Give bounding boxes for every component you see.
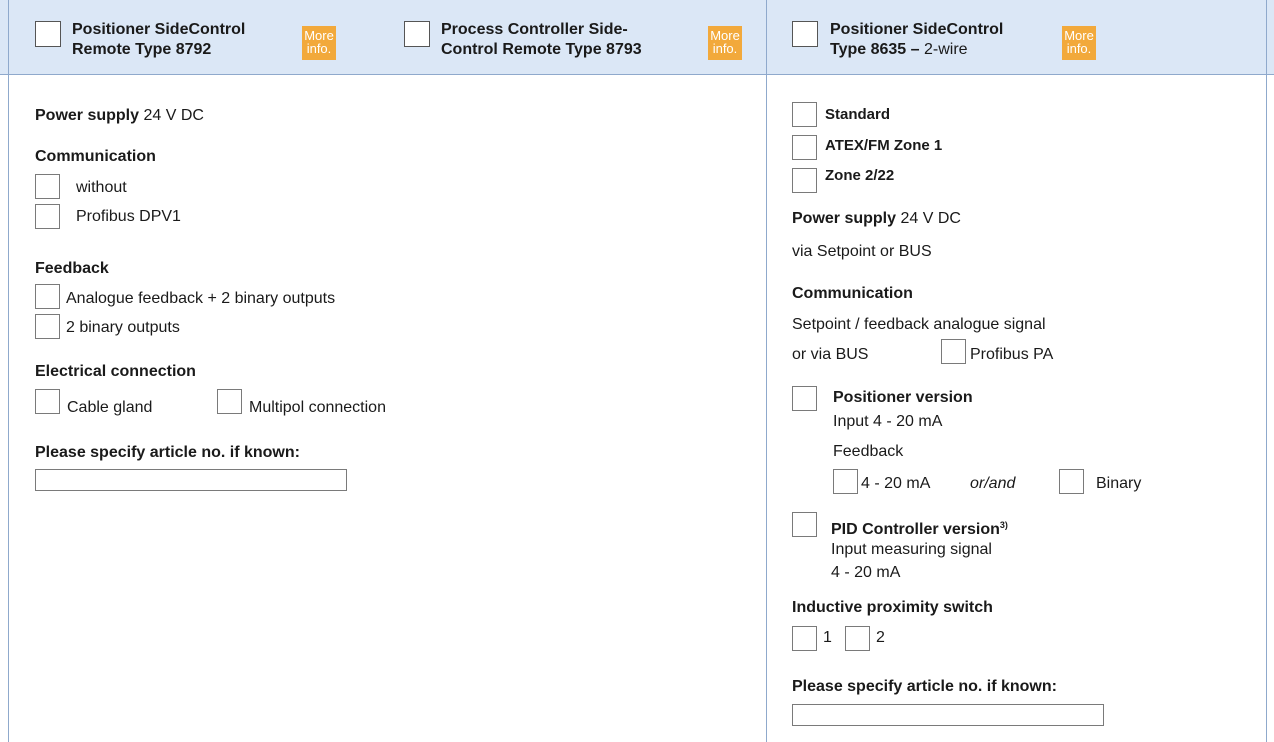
- checkbox-standard[interactable]: [792, 102, 817, 127]
- checkbox-pid-controller[interactable]: [792, 512, 817, 537]
- power-supply-left: Power supply 24 V DC: [35, 107, 204, 124]
- label-atex-fm: ATEX/FM Zone 1: [825, 137, 943, 154]
- column-divider: [766, 0, 767, 742]
- pid-line1: Input measuring signal: [831, 541, 992, 558]
- checkbox-feedback-analogue[interactable]: [35, 284, 60, 309]
- checkbox-feedback-binary[interactable]: [35, 314, 60, 339]
- communication-heading-left: Communication: [35, 148, 156, 165]
- communication-heading-right: Communication: [792, 285, 913, 302]
- checkbox-profibus-pa[interactable]: [941, 339, 966, 364]
- communication-line2: or via BUS: [792, 346, 869, 363]
- proximity-switch-heading: Inductive proximity switch: [792, 599, 993, 616]
- feedback-heading: Feedback: [35, 260, 109, 277]
- label-zone-2-22: Zone 2/22: [825, 167, 895, 184]
- article-label-right: Please specify article no. if known:: [792, 678, 1057, 695]
- power-supply-right: Power supply 24 V DC: [792, 210, 961, 227]
- label-or-and: or/and: [970, 475, 1016, 492]
- label-standard: Standard: [825, 106, 891, 123]
- positioner-input: Input 4 - 20 mA: [833, 413, 943, 430]
- electrical-connection-heading: Electrical connection: [35, 363, 196, 380]
- positioner-feedback-label: Feedback: [833, 443, 904, 460]
- checkbox-proximity-2[interactable]: [845, 626, 870, 651]
- checkbox-comm-without[interactable]: [35, 174, 60, 199]
- label-comm-profibus-dpv1: Profibus DPV1: [76, 208, 181, 225]
- checkbox-feedback-4-20ma[interactable]: [833, 469, 858, 494]
- checkbox-positioner-version[interactable]: [792, 386, 817, 411]
- left-border: [8, 0, 9, 742]
- more-info-button-8793[interactable]: More info.: [708, 26, 742, 60]
- positioner-version-heading: Positioner version: [833, 389, 973, 406]
- label-multipol: Multipol connection: [249, 399, 386, 416]
- more-info-button-8792[interactable]: More info.: [302, 26, 336, 60]
- article-input-left[interactable]: [35, 469, 347, 491]
- pid-controller-heading: PID Controller version3): [831, 520, 1008, 538]
- article-label-left: Please specify article no. if known:: [35, 444, 300, 461]
- checkbox-zone-2-22[interactable]: [792, 168, 817, 193]
- label-feedback-binary: 2 binary outputs: [66, 319, 180, 336]
- checkbox-type-8793[interactable]: [404, 21, 430, 47]
- title-type-8793: Process Controller Side- Control Remote …: [441, 21, 642, 58]
- label-feedback-analogue: Analogue feedback + 2 binary outputs: [66, 290, 336, 307]
- label-profibus-pa: Profibus PA: [970, 346, 1054, 363]
- more-info-button-8635[interactable]: More info.: [1062, 26, 1096, 60]
- power-supply-note: via Setpoint or BUS: [792, 243, 932, 260]
- pid-line2: 4 - 20 mA: [831, 564, 901, 581]
- checkbox-atex-fm[interactable]: [792, 135, 817, 160]
- article-input-right[interactable]: [792, 704, 1104, 726]
- checkbox-multipol[interactable]: [217, 389, 242, 414]
- checkbox-proximity-1[interactable]: [792, 626, 817, 651]
- label-proximity-1: 1: [823, 629, 832, 646]
- title-type-8635: Positioner SideControl Type 8635 – 2-wir…: [830, 21, 1004, 58]
- communication-line1: Setpoint / feedback analogue signal: [792, 316, 1046, 333]
- checkbox-cable-gland[interactable]: [35, 389, 60, 414]
- label-feedback-binary-right: Binary: [1096, 475, 1142, 492]
- label-proximity-2: 2: [876, 629, 885, 646]
- label-cable-gland: Cable gland: [67, 399, 153, 416]
- checkbox-feedback-binary-right[interactable]: [1059, 469, 1084, 494]
- label-feedback-4-20ma: 4 - 20 mA: [861, 475, 931, 492]
- checkbox-type-8635[interactable]: [792, 21, 818, 47]
- label-comm-without: without: [76, 179, 127, 196]
- checkbox-type-8792[interactable]: [35, 21, 61, 47]
- title-type-8792: Positioner SideControl Remote Type 8792: [72, 21, 246, 58]
- right-border: [1266, 0, 1267, 742]
- checkbox-comm-profibus-dpv1[interactable]: [35, 204, 60, 229]
